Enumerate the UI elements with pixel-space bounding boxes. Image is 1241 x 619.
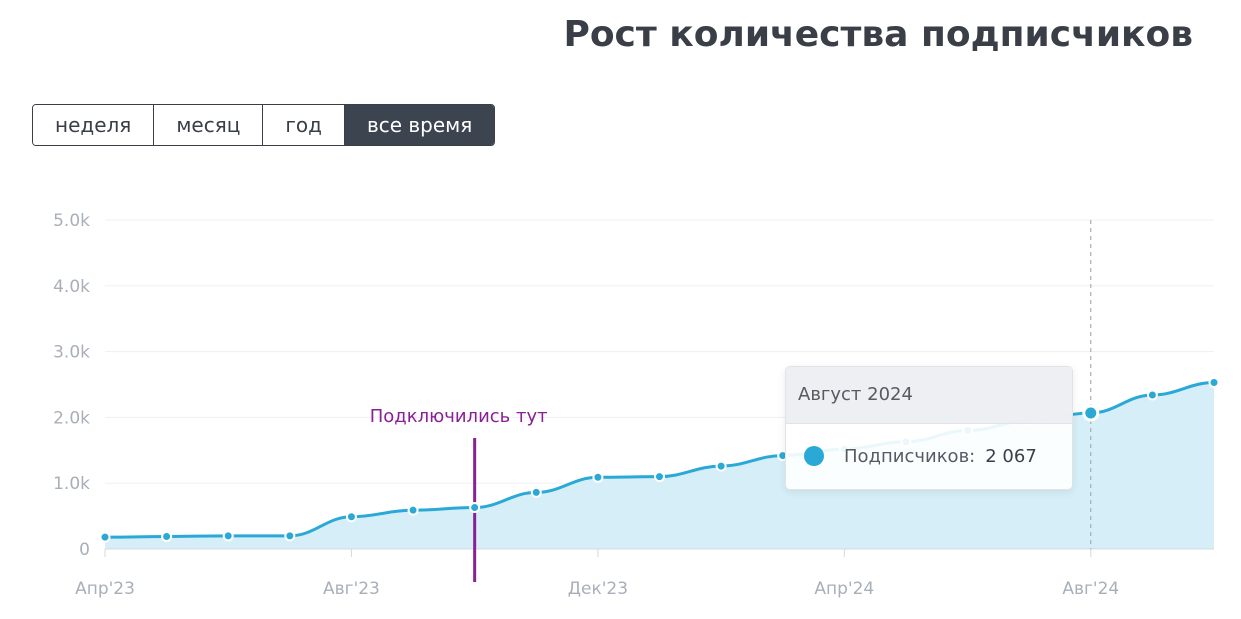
highlighted-data-point[interactable] [1082,404,1100,422]
data-point[interactable] [530,486,542,498]
data-point[interactable] [345,511,357,523]
data-point[interactable] [284,530,296,542]
x-tick-label: Авг'24 [1062,579,1119,599]
tooltip-header: Август 2024 [786,367,1072,424]
x-tick-label: Дек'23 [568,579,628,599]
data-point[interactable] [654,471,665,483]
range-button-all-time[interactable]: все время [344,105,495,145]
tooltip-value: 2 067 [985,445,1037,467]
y-tick-label: 4.0k [53,277,90,297]
x-tick-label: Авг'23 [323,579,380,599]
data-point[interactable] [99,531,111,543]
data-point[interactable] [222,530,234,542]
time-range-selector: неделя месяц год все время [32,104,496,146]
range-button-year[interactable]: год [263,105,345,145]
data-point[interactable] [1146,389,1158,401]
tooltip-body: Подписчиков: 2 067 [786,424,1072,488]
chart: 0 1.0k 2.0k 3.0k 4.0k 5.0k Апр'23 Авг'23 Дек'23… [53,211,1220,599]
data-point[interactable] [1208,377,1220,389]
chart-tooltip: Август 2024 Подписчиков: 2 067 [785,366,1073,490]
data-point[interactable] [469,502,481,514]
series-color-dot [804,446,824,466]
data-point[interactable] [161,530,173,542]
y-tick-label: 3.0k [53,343,90,363]
range-button-week[interactable]: неделя [33,105,155,145]
data-point[interactable] [407,504,419,516]
data-point[interactable] [592,471,604,483]
data-point[interactable] [715,460,727,472]
page-title: Рост количества подписчиков [563,14,1193,55]
x-axis: Апр'23 Авг'23 Дек'23 Апр'24 Авг'24 [75,548,1214,599]
y-tick-label: 1.0k [53,474,90,494]
y-tick-label: 5.0k [53,211,90,231]
annotation-label: Подключились тут [370,406,548,427]
range-button-month[interactable]: месяц [154,105,264,145]
x-tick-label: Апр'23 [75,579,135,599]
y-axis: 0 1.0k 2.0k 3.0k 4.0k 5.0k [53,211,90,560]
tooltip-series-label: Подписчиков: [844,445,976,467]
y-tick-label: 0 [79,540,90,560]
y-tick-label: 2.0k [53,408,90,428]
x-tick-label: Апр'24 [814,579,874,599]
